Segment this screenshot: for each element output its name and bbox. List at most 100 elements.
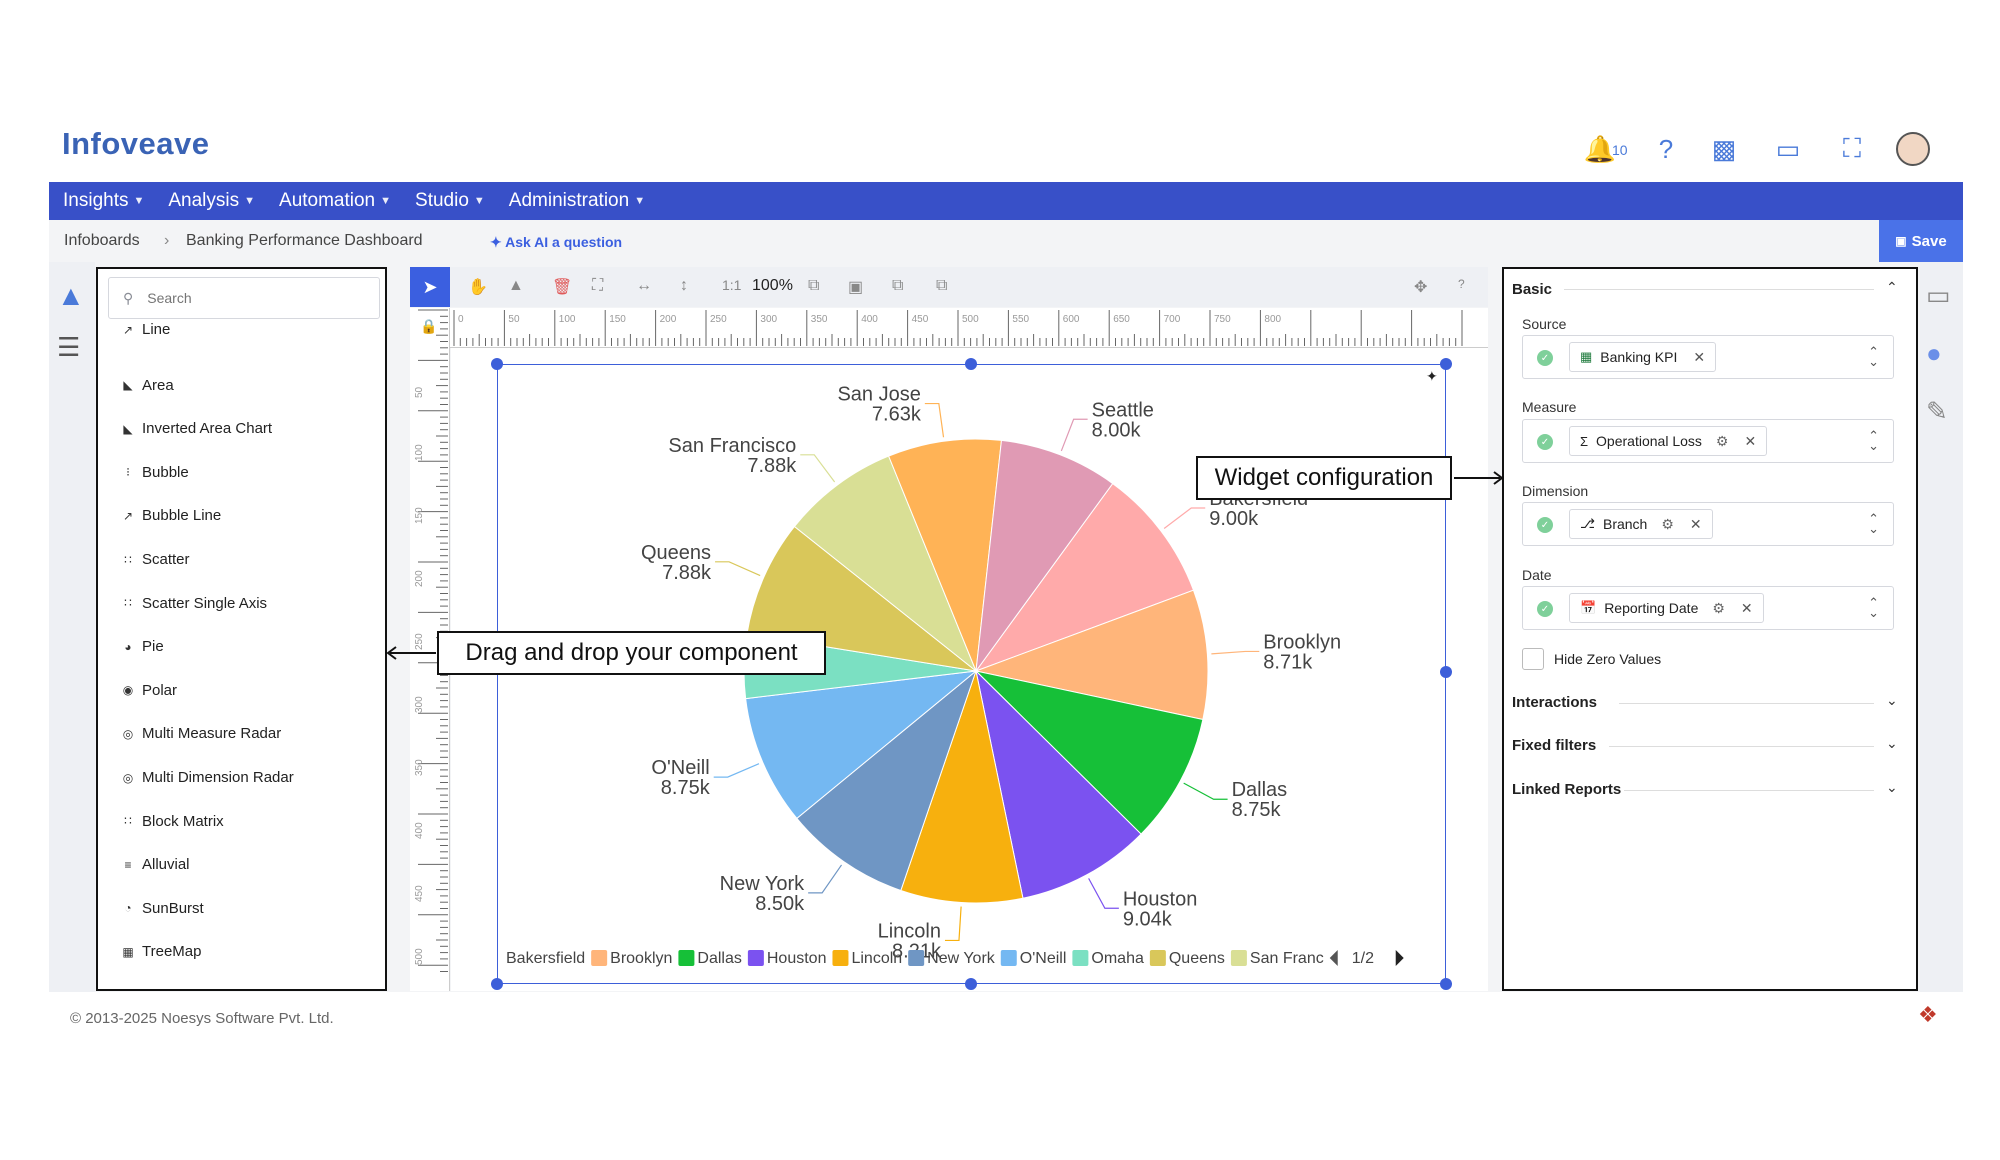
palette-item[interactable]: ▦ TreeMap xyxy=(121,943,201,960)
legend-label: San Franc xyxy=(1250,950,1324,967)
resize-handle-r[interactable] xyxy=(1440,666,1452,678)
source-field[interactable]: ✓ ▦ Banking KPI ✕ ⌃ ⌄ xyxy=(1522,335,1894,379)
palette-item[interactable]: ◣ Inverted Area Chart xyxy=(121,420,272,437)
nav-insights[interactable]: Insights ▼ xyxy=(63,190,144,212)
palette-item[interactable]: ≡ Alluvial xyxy=(121,856,189,873)
legend-page: 1/2 xyxy=(1352,950,1374,967)
palette-item[interactable]: ◕ Pie xyxy=(121,638,163,655)
lock-icon[interactable]: 🔒 xyxy=(420,318,437,335)
dimension-label: Dimension xyxy=(1522,483,1589,499)
breadcrumb-root[interactable]: Infoboards xyxy=(64,232,140,250)
delete-icon[interactable]: 🗑 xyxy=(552,277,572,297)
resize-handle-t[interactable] xyxy=(965,358,977,370)
section-interactions[interactable]: Interactions xyxy=(1512,694,1597,711)
bring-front-icon[interactable]: ▣ xyxy=(848,277,863,297)
palette-icon[interactable]: ● xyxy=(1926,338,1942,369)
palette-item-label: Scatter Single Axis xyxy=(142,594,268,612)
width-icon[interactable]: ↔ xyxy=(636,277,652,295)
measure-field[interactable]: ✓ Σ Operational Loss ⚙ ✕ ⌃ ⌄ xyxy=(1522,419,1894,463)
brush-icon[interactable]: ✎ xyxy=(1926,396,1948,427)
fullscreen-icon[interactable]: ⛶ xyxy=(1836,133,1868,165)
palette-item[interactable]: ∷ Scatter Single Axis xyxy=(121,595,267,612)
select-tool-icon[interactable]: ➤ xyxy=(410,267,450,307)
palette-item[interactable]: ∷ Scatter xyxy=(121,551,189,568)
gear-icon[interactable]: ⚙ xyxy=(1716,433,1729,450)
slice-leader-line xyxy=(1211,650,1260,655)
close-icon[interactable]: ✕ xyxy=(1741,600,1753,617)
dimension-field[interactable]: ✓ ⎇ Branch ⚙ ✕ ⌃ ⌄ xyxy=(1522,502,1894,546)
palette-item-label: Line xyxy=(142,321,171,338)
updown-icon[interactable]: ⌃ ⌄ xyxy=(1868,345,1879,368)
resize-handle-bl[interactable] xyxy=(491,978,503,990)
ruler-tick-label: 800 xyxy=(1264,314,1281,325)
palette-item[interactable]: ◔ SunBurst xyxy=(121,900,203,917)
close-icon[interactable]: ✕ xyxy=(1693,349,1705,366)
resize-handle-b[interactable] xyxy=(965,978,977,990)
section-linked-reports[interactable]: Linked Reports xyxy=(1512,781,1621,798)
bring-forward-icon[interactable]: ⧉ xyxy=(808,277,819,295)
send-back-icon[interactable]: ⧉ xyxy=(936,277,947,295)
palette-item[interactable]: ↗ Line xyxy=(121,321,170,338)
updown-icon[interactable]: ⌃ ⌄ xyxy=(1868,429,1879,452)
library-icon[interactable]: ▩ xyxy=(1708,133,1740,165)
close-icon[interactable]: ✕ xyxy=(1690,516,1702,533)
layers-icon[interactable]: ☰ xyxy=(57,332,80,363)
slice-leader-line xyxy=(1183,782,1228,800)
chevron-down-icon[interactable]: ⌄ xyxy=(1886,779,1898,796)
source-value: Banking KPI xyxy=(1600,349,1678,365)
sparkle-icon: ✦ xyxy=(490,234,506,250)
updown-icon[interactable]: ⌃ ⌄ xyxy=(1868,512,1879,535)
section-basic[interactable]: Basic xyxy=(1512,281,1552,298)
chevron-down-icon[interactable]: ⌄ xyxy=(1886,692,1898,709)
search-input[interactable] xyxy=(147,290,348,306)
legend-label: Houston xyxy=(767,950,827,967)
palette-item[interactable]: ∷ Block Matrix xyxy=(121,813,224,830)
palette-item[interactable]: ◉ Polar xyxy=(121,682,177,699)
palette-item[interactable]: ◎ Multi Measure Radar xyxy=(121,725,281,742)
gear-icon[interactable]: ⚙ xyxy=(1712,600,1725,617)
palette-item[interactable]: ◣ Area xyxy=(121,377,173,394)
ask-ai-link[interactable]: ✦ Ask AI a question xyxy=(490,234,622,251)
zoom-level[interactable]: 100% xyxy=(752,277,793,295)
chevron-up-icon[interactable]: ⌃ xyxy=(1886,279,1898,296)
palette-item[interactable]: ◎ Multi Dimension Radar xyxy=(121,769,294,786)
palette-item[interactable]: ⁝ Bubble xyxy=(121,464,189,481)
palette-item[interactable]: ↗ Bubble Line xyxy=(121,507,221,524)
ratio-label[interactable]: 1:1 xyxy=(722,277,741,293)
help-small-icon[interactable]: ? xyxy=(1458,277,1465,291)
palette-item-label: Polar xyxy=(142,681,178,699)
help-icon[interactable]: ? xyxy=(1650,133,1682,165)
section-fixed-filters[interactable]: Fixed filters xyxy=(1512,737,1596,754)
widget-settings-icon[interactable]: ▭ xyxy=(1926,280,1951,311)
shapes-icon[interactable]: ▲ xyxy=(57,280,85,312)
monitor-icon[interactable]: ▭ xyxy=(1772,133,1804,165)
hide-zero-label: Hide Zero Values xyxy=(1554,651,1662,667)
hide-zero-checkbox[interactable] xyxy=(1522,648,1544,670)
send-backward-icon[interactable]: ⧉ xyxy=(892,277,903,295)
close-icon[interactable]: ✕ xyxy=(1744,433,1756,450)
nav-administration[interactable]: Administration ▼ xyxy=(509,190,645,212)
nav-automation[interactable]: Automation ▼ xyxy=(279,190,391,212)
fit-icon[interactable]: ⛶ xyxy=(592,277,603,295)
resize-handle-tr[interactable] xyxy=(1440,358,1452,370)
legend-swatch xyxy=(591,950,608,966)
date-field[interactable]: ✓ 📅 Reporting Date ⚙ ✕ ⌃ ⌄ xyxy=(1522,586,1894,630)
legend-label: O'Neill xyxy=(1020,950,1067,967)
resize-handle-br[interactable] xyxy=(1440,978,1452,990)
gear-icon[interactable]: ⚙ xyxy=(1661,516,1674,533)
height-icon[interactable]: ↕ xyxy=(680,277,688,295)
save-button[interactable]: ▣ Save xyxy=(1879,220,1963,262)
slice-value-label: 7.88k xyxy=(662,562,712,584)
chevron-down-icon[interactable]: ⌄ xyxy=(1886,735,1898,752)
pan-tool-icon[interactable]: ✋ xyxy=(468,277,488,297)
move-icon[interactable]: ✥ xyxy=(1414,277,1427,297)
updown-icon[interactable]: ⌃ ⌄ xyxy=(1868,596,1879,619)
ai-sparkle-icon[interactable]: ✦ xyxy=(1426,368,1438,385)
nav-studio[interactable]: Studio ▼ xyxy=(415,190,485,212)
resize-handle-tl[interactable] xyxy=(491,358,503,370)
nav-analysis[interactable]: Analysis ▼ xyxy=(168,190,255,212)
shapes-tool-icon[interactable]: ▲ xyxy=(508,277,524,295)
legend-swatch xyxy=(908,950,925,966)
search-box[interactable]: ⚲ xyxy=(108,277,380,319)
avatar[interactable] xyxy=(1896,132,1930,166)
